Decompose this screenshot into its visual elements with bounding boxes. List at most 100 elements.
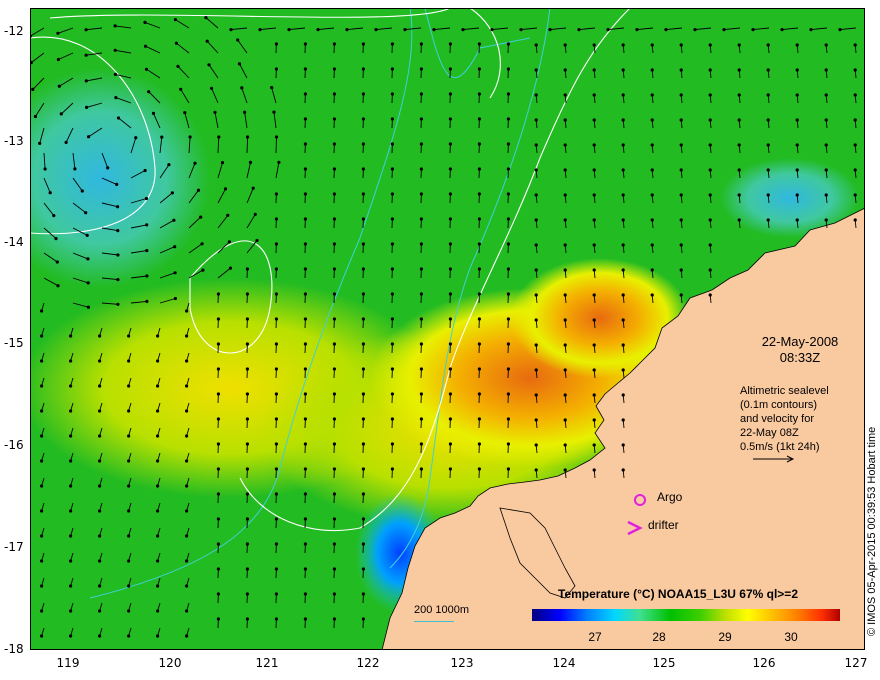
velocity-vector-head xyxy=(43,167,47,171)
velocity-vector-head xyxy=(236,38,240,42)
velocity-vector-head xyxy=(390,417,394,421)
velocity-vector-head xyxy=(145,249,149,253)
legend-line: and velocity for xyxy=(740,413,814,425)
velocity-vector-head xyxy=(795,168,799,172)
velocity-vector-head xyxy=(390,142,394,146)
velocity-vector-head xyxy=(621,193,625,197)
velocity-vector-head xyxy=(477,242,481,246)
velocity-vector-head xyxy=(69,384,73,388)
velocity-vector-head xyxy=(419,317,423,321)
velocity-vector-head xyxy=(253,212,257,216)
velocity-vector-head xyxy=(332,142,336,146)
velocity-vector-head xyxy=(534,393,538,397)
velocity-vector-head xyxy=(448,67,452,71)
velocity-vector-head xyxy=(838,28,842,32)
velocity-vector-head xyxy=(173,271,177,275)
velocity-vector-head xyxy=(708,93,712,97)
velocity-vector-head xyxy=(361,317,365,321)
velocity-vector-head xyxy=(534,293,538,297)
argo-label: Argo xyxy=(657,490,683,504)
velocity-vector-head xyxy=(64,140,68,144)
velocity-vector-head xyxy=(795,143,799,147)
velocity-vector-head xyxy=(185,434,189,438)
velocity-vector-head xyxy=(621,368,625,372)
velocity-vector-head xyxy=(477,292,481,296)
velocity-vector-head xyxy=(448,117,452,121)
velocity-vector-head xyxy=(650,118,654,122)
velocity-vector-head xyxy=(143,44,148,48)
velocity-vector-head xyxy=(419,67,423,71)
velocity-vector-head xyxy=(708,293,712,297)
velocity-vector-head xyxy=(84,211,88,215)
velocity-vector-head xyxy=(448,467,452,471)
velocity-vector-head xyxy=(477,167,481,171)
velocity-vector-head xyxy=(57,84,61,88)
velocity-vector-head xyxy=(332,67,336,71)
velocity-vector-head xyxy=(199,215,203,219)
velocity-vector-head xyxy=(127,559,131,563)
velocity-vector-head xyxy=(303,292,307,296)
velocity-vector-head xyxy=(332,117,336,121)
velocity-vector-head xyxy=(853,143,857,147)
velocity-vector-head xyxy=(98,459,102,463)
velocity-vector-head xyxy=(679,93,683,97)
velocity-vector-head xyxy=(185,334,189,338)
velocity-vector-head xyxy=(534,343,538,347)
velocity-vector-head xyxy=(419,167,423,171)
velocity-vector-head xyxy=(316,28,320,32)
velocity-vector-head xyxy=(156,484,160,488)
velocity-vector-head xyxy=(506,242,510,246)
velocity-vector-head xyxy=(55,260,59,264)
velocity-vector-head xyxy=(506,317,510,321)
velocity-vector-head xyxy=(207,63,211,67)
velocity-vector-head xyxy=(534,443,538,447)
velocity-vector-head xyxy=(116,302,120,306)
velocity-vector-head xyxy=(69,459,73,463)
velocity-vector-head xyxy=(87,135,91,139)
velocity-vector-head xyxy=(477,67,481,71)
velocity-vector-head xyxy=(592,193,596,197)
velocity-vector-head xyxy=(127,609,131,613)
velocity-vector-head xyxy=(448,342,452,346)
velocity-vector-head xyxy=(361,492,365,496)
velocity-vector-head xyxy=(477,417,481,421)
velocity-vector-head xyxy=(332,442,336,446)
velocity-vector-head xyxy=(361,117,365,121)
velocity-vector-head xyxy=(708,168,712,172)
velocity-vector-head xyxy=(127,459,131,463)
lon-label: 121 xyxy=(255,656,279,670)
velocity-vector-head xyxy=(274,492,278,496)
velocity-vector-head xyxy=(229,28,233,32)
velocity-vector-head xyxy=(274,267,278,271)
velocity-vector-head xyxy=(361,142,365,146)
velocity-vector-head xyxy=(205,39,209,43)
velocity-vector-head xyxy=(332,517,336,521)
velocity-vector-head xyxy=(448,442,452,446)
velocity-vector-head xyxy=(592,93,596,97)
velocity-vector-head xyxy=(361,367,365,371)
lon-label: 119 xyxy=(56,656,80,670)
isobath-scale-line xyxy=(414,621,454,622)
velocity-vector-head xyxy=(403,28,407,32)
velocity-vector-head xyxy=(708,68,712,72)
velocity-vector-head xyxy=(621,468,625,472)
velocity-vector-head xyxy=(534,43,538,47)
velocity-vector-head xyxy=(156,584,160,588)
velocity-vector-head xyxy=(679,193,683,197)
velocity-vector-head xyxy=(390,167,394,171)
velocity-vector-head xyxy=(176,64,180,68)
velocity-vector-head xyxy=(113,72,117,76)
velocity-vector-head xyxy=(780,28,784,32)
map-time: 08:33Z xyxy=(779,350,821,365)
velocity-vector-head xyxy=(419,117,423,121)
velocity-vector-head xyxy=(185,584,189,588)
velocity-vector-head xyxy=(134,136,138,140)
velocity-vector-head xyxy=(69,534,73,538)
velocity-vector-head xyxy=(477,42,481,46)
velocity-vector-head xyxy=(185,534,189,538)
lon-label: 126 xyxy=(752,656,776,670)
velocity-vector-head xyxy=(563,43,567,47)
velocity-vector-head xyxy=(185,609,189,613)
velocity-vector-head xyxy=(147,90,151,94)
velocity-vector-head xyxy=(621,143,625,147)
